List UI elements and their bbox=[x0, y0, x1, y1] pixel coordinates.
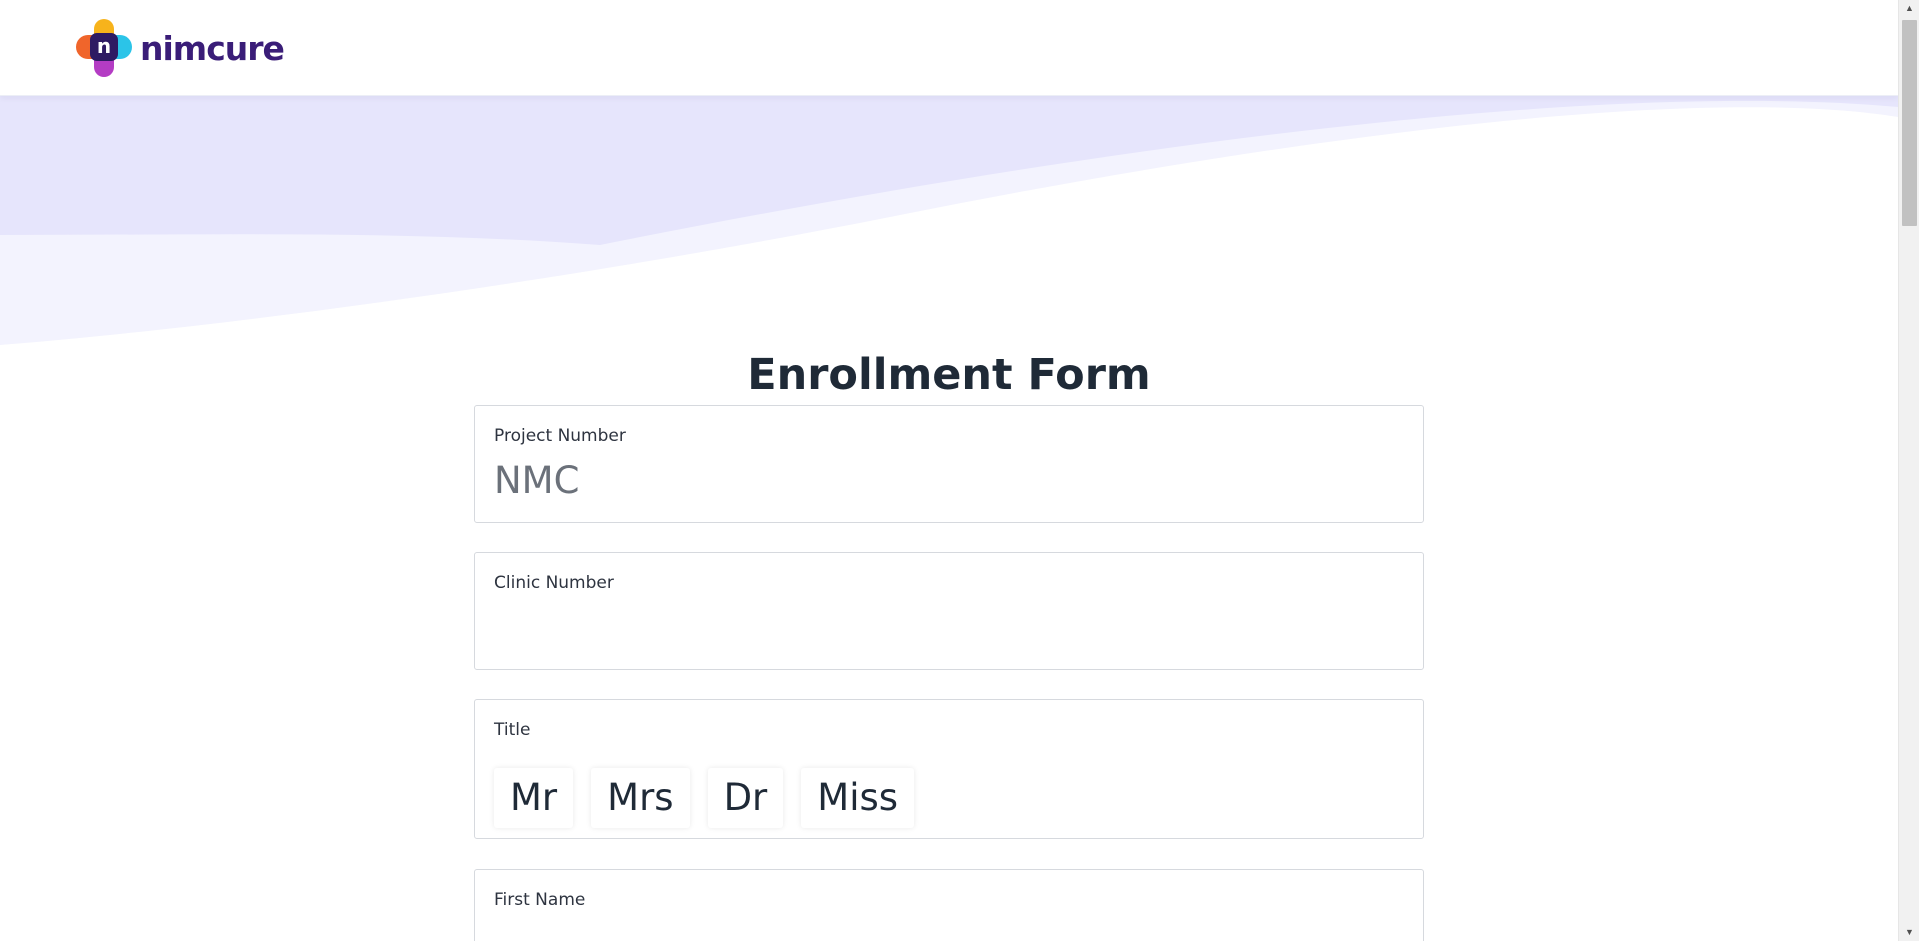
scroll-thumb[interactable] bbox=[1902, 20, 1917, 226]
title-card: Title Mr Mrs Dr Miss bbox=[474, 699, 1424, 839]
title-option-dr[interactable]: Dr bbox=[707, 768, 784, 828]
brand-name: nimcure bbox=[140, 28, 285, 68]
title-option-miss[interactable]: Miss bbox=[801, 768, 915, 828]
vertical-scrollbar[interactable]: ▲ ▼ bbox=[1898, 0, 1919, 941]
title-option-mr[interactable]: Mr bbox=[494, 768, 574, 828]
top-header: n nimcure bbox=[0, 0, 1898, 96]
logo-core-letter: n bbox=[90, 33, 118, 61]
clinic-number-label: Clinic Number bbox=[494, 573, 614, 593]
scroll-down-arrow-icon[interactable]: ▼ bbox=[1899, 924, 1919, 941]
first-name-card: First Name bbox=[474, 869, 1424, 941]
decorative-wave-background bbox=[0, 95, 1898, 345]
page: n nimcure Enrollment Form Project Number… bbox=[0, 0, 1919, 941]
title-label: Title bbox=[494, 720, 531, 740]
form-title: Enrollment Form bbox=[747, 350, 1151, 400]
viewport: n nimcure Enrollment Form Project Number… bbox=[0, 0, 1898, 941]
project-number-card: Project Number bbox=[474, 405, 1424, 523]
clinic-number-card: Clinic Number bbox=[474, 552, 1424, 670]
project-number-label: Project Number bbox=[494, 426, 626, 446]
project-number-input[interactable] bbox=[494, 456, 1404, 504]
title-option-mrs[interactable]: Mrs bbox=[591, 768, 690, 828]
logo-mark-icon: n bbox=[76, 19, 132, 77]
title-options: Mr Mrs Dr Miss bbox=[494, 768, 915, 828]
scroll-up-arrow-icon[interactable]: ▲ bbox=[1899, 0, 1919, 17]
clinic-number-input[interactable] bbox=[494, 603, 1404, 651]
first-name-label: First Name bbox=[494, 890, 586, 910]
nimcure-logo[interactable]: n nimcure bbox=[76, 18, 285, 78]
